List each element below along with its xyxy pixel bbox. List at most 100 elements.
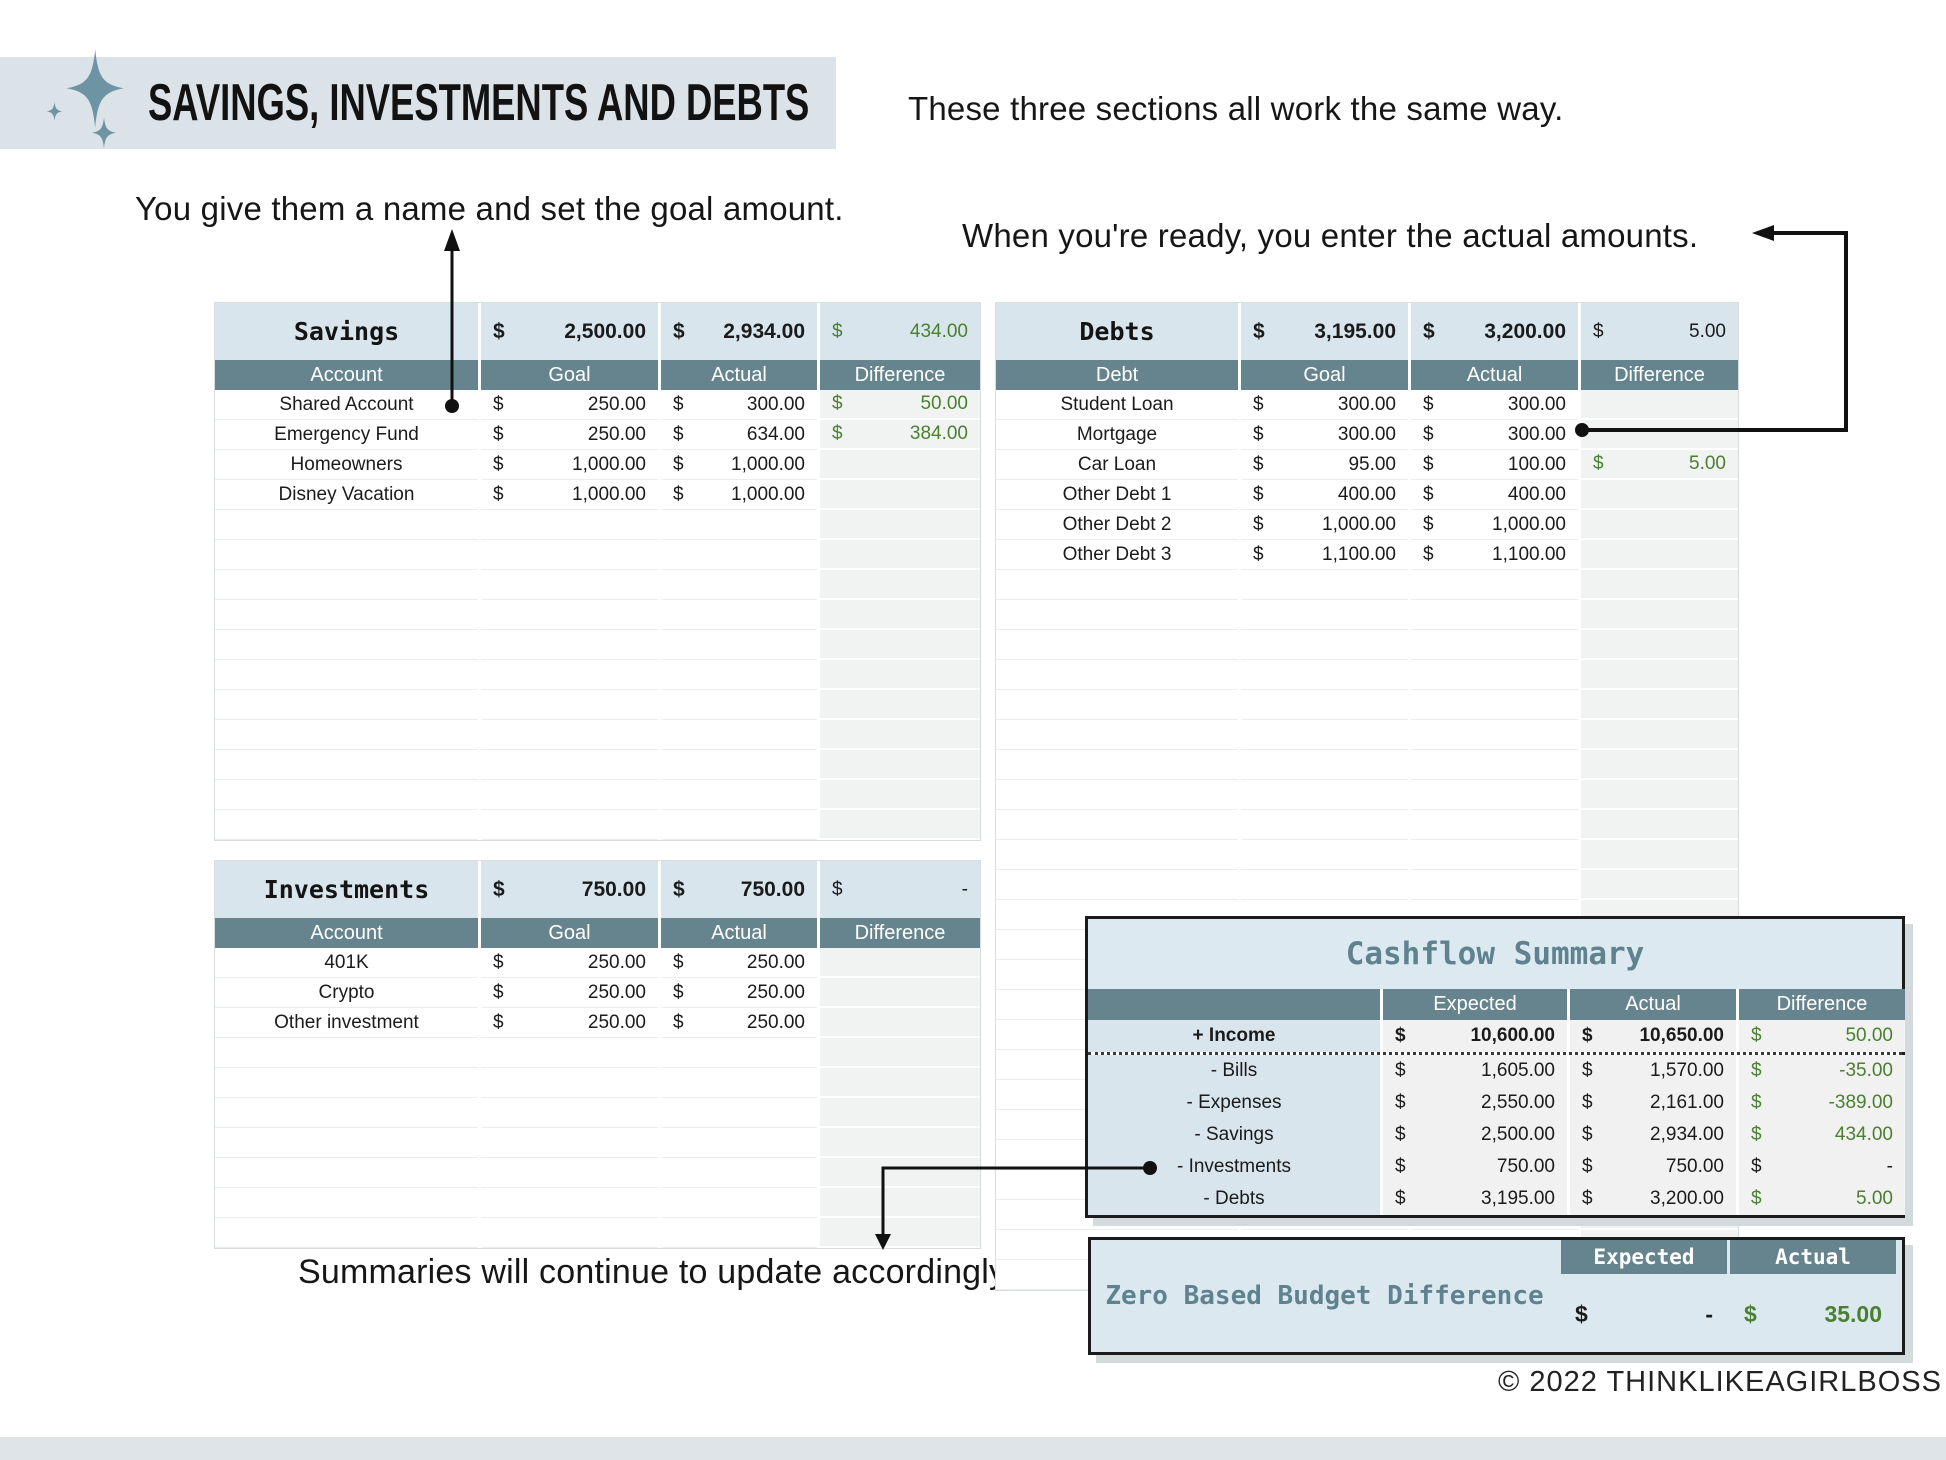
summary-difference-cell[interactable]: $434.00 xyxy=(820,303,980,360)
empty-cell[interactable] xyxy=(215,780,478,810)
actual-cell[interactable]: $1,000.00 xyxy=(1411,510,1578,540)
actual-cell[interactable]: $250.00 xyxy=(661,1008,817,1038)
summary-actual-cell[interactable]: $2,934.00 xyxy=(661,303,817,360)
empty-cell[interactable] xyxy=(661,630,817,660)
empty-cell[interactable] xyxy=(996,780,1238,810)
goal-cell[interactable]: $1,000.00 xyxy=(481,450,658,480)
empty-cell[interactable] xyxy=(215,1218,478,1248)
empty-cell[interactable] xyxy=(820,510,980,540)
empty-cell[interactable] xyxy=(820,720,980,750)
goal-cell[interactable]: $250.00 xyxy=(481,978,658,1008)
empty-cell[interactable] xyxy=(661,570,817,600)
empty-cell[interactable] xyxy=(661,750,817,780)
actual-cell[interactable]: $3,200.00 xyxy=(1570,1183,1736,1215)
summary-actual-cell[interactable]: $3,200.00 xyxy=(1411,303,1578,360)
actual-cell[interactable]: $750.00 xyxy=(1570,1151,1736,1183)
empty-cell[interactable] xyxy=(820,540,980,570)
difference-cell[interactable]: $434.00 xyxy=(1739,1119,1905,1151)
empty-cell[interactable] xyxy=(661,720,817,750)
goal-cell[interactable]: $250.00 xyxy=(481,948,658,978)
empty-cell[interactable] xyxy=(215,570,478,600)
summary-difference-cell[interactable]: $5.00 xyxy=(1581,303,1738,360)
difference-cell[interactable] xyxy=(1581,510,1738,540)
empty-cell[interactable] xyxy=(661,1128,817,1158)
name-cell[interactable]: Student Loan xyxy=(996,390,1238,420)
name-cell[interactable]: Other investment xyxy=(215,1008,478,1038)
empty-cell[interactable] xyxy=(1581,660,1738,690)
empty-cell[interactable] xyxy=(820,660,980,690)
empty-cell[interactable] xyxy=(820,570,980,600)
empty-cell[interactable] xyxy=(481,720,658,750)
empty-cell[interactable] xyxy=(1411,720,1578,750)
difference-cell[interactable] xyxy=(820,978,980,1008)
name-cell[interactable]: Car Loan xyxy=(996,450,1238,480)
difference-cell[interactable] xyxy=(1581,390,1738,420)
empty-cell[interactable] xyxy=(1241,840,1408,870)
actual-cell[interactable]: $1,100.00 xyxy=(1411,540,1578,570)
actual-cell[interactable]: $634.00 xyxy=(661,420,817,450)
difference-cell[interactable]: $-389.00 xyxy=(1739,1087,1905,1119)
empty-cell[interactable] xyxy=(1411,600,1578,630)
expected-cell[interactable]: $2,550.00 xyxy=(1383,1087,1567,1119)
name-cell[interactable]: Other Debt 2 xyxy=(996,510,1238,540)
empty-cell[interactable] xyxy=(481,630,658,660)
empty-cell[interactable] xyxy=(215,1188,478,1218)
empty-cell[interactable] xyxy=(820,1128,980,1158)
empty-cell[interactable] xyxy=(1581,630,1738,660)
empty-cell[interactable] xyxy=(1241,720,1408,750)
empty-cell[interactable] xyxy=(820,1038,980,1068)
empty-cell[interactable] xyxy=(1581,840,1738,870)
zbbd-actual-value[interactable]: $35.00 xyxy=(1730,1277,1896,1352)
empty-cell[interactable] xyxy=(1241,660,1408,690)
empty-cell[interactable] xyxy=(1411,810,1578,840)
name-cell[interactable]: Crypto xyxy=(215,978,478,1008)
empty-cell[interactable] xyxy=(1411,780,1578,810)
summary-goal-cell[interactable]: $750.00 xyxy=(481,861,658,918)
empty-cell[interactable] xyxy=(1241,750,1408,780)
goal-cell[interactable]: $1,100.00 xyxy=(1241,540,1408,570)
actual-cell[interactable]: $300.00 xyxy=(1411,390,1578,420)
empty-cell[interactable] xyxy=(661,1068,817,1098)
empty-cell[interactable] xyxy=(481,1068,658,1098)
empty-cell[interactable] xyxy=(996,570,1238,600)
goal-cell[interactable]: $250.00 xyxy=(481,390,658,420)
empty-cell[interactable] xyxy=(661,1098,817,1128)
empty-cell[interactable] xyxy=(1411,660,1578,690)
summary-goal-cell[interactable]: $2,500.00 xyxy=(481,303,658,360)
empty-cell[interactable] xyxy=(1241,690,1408,720)
empty-cell[interactable] xyxy=(820,630,980,660)
empty-cell[interactable] xyxy=(1241,570,1408,600)
empty-cell[interactable] xyxy=(661,1218,817,1248)
empty-cell[interactable] xyxy=(1241,600,1408,630)
empty-cell[interactable] xyxy=(661,1188,817,1218)
actual-cell[interactable]: $1,000.00 xyxy=(661,480,817,510)
empty-cell[interactable] xyxy=(215,1128,478,1158)
difference-cell[interactable]: $5.00 xyxy=(1581,450,1738,480)
summary-goal-cell[interactable]: $3,195.00 xyxy=(1241,303,1408,360)
empty-cell[interactable] xyxy=(996,660,1238,690)
summary-actual-cell[interactable]: $750.00 xyxy=(661,861,817,918)
difference-cell[interactable] xyxy=(1581,420,1738,450)
name-cell[interactable]: Emergency Fund xyxy=(215,420,478,450)
empty-cell[interactable] xyxy=(996,630,1238,660)
empty-cell[interactable] xyxy=(661,540,817,570)
empty-cell[interactable] xyxy=(820,750,980,780)
empty-cell[interactable] xyxy=(996,870,1238,900)
empty-cell[interactable] xyxy=(481,1038,658,1068)
name-cell[interactable]: 401K xyxy=(215,948,478,978)
goal-cell[interactable]: $1,000.00 xyxy=(1241,510,1408,540)
empty-cell[interactable] xyxy=(1581,690,1738,720)
empty-cell[interactable] xyxy=(661,1158,817,1188)
goal-cell[interactable]: $300.00 xyxy=(1241,420,1408,450)
expected-cell[interactable]: $3,195.00 xyxy=(1383,1183,1567,1215)
empty-cell[interactable] xyxy=(820,690,980,720)
empty-cell[interactable] xyxy=(481,750,658,780)
empty-cell[interactable] xyxy=(215,690,478,720)
name-cell[interactable]: Homeowners xyxy=(215,450,478,480)
empty-cell[interactable] xyxy=(820,1098,980,1128)
empty-cell[interactable] xyxy=(996,750,1238,780)
empty-cell[interactable] xyxy=(481,540,658,570)
actual-cell[interactable]: $10,650.00 xyxy=(1570,1020,1736,1052)
actual-cell[interactable]: $300.00 xyxy=(1411,420,1578,450)
goal-cell[interactable]: $250.00 xyxy=(481,1008,658,1038)
